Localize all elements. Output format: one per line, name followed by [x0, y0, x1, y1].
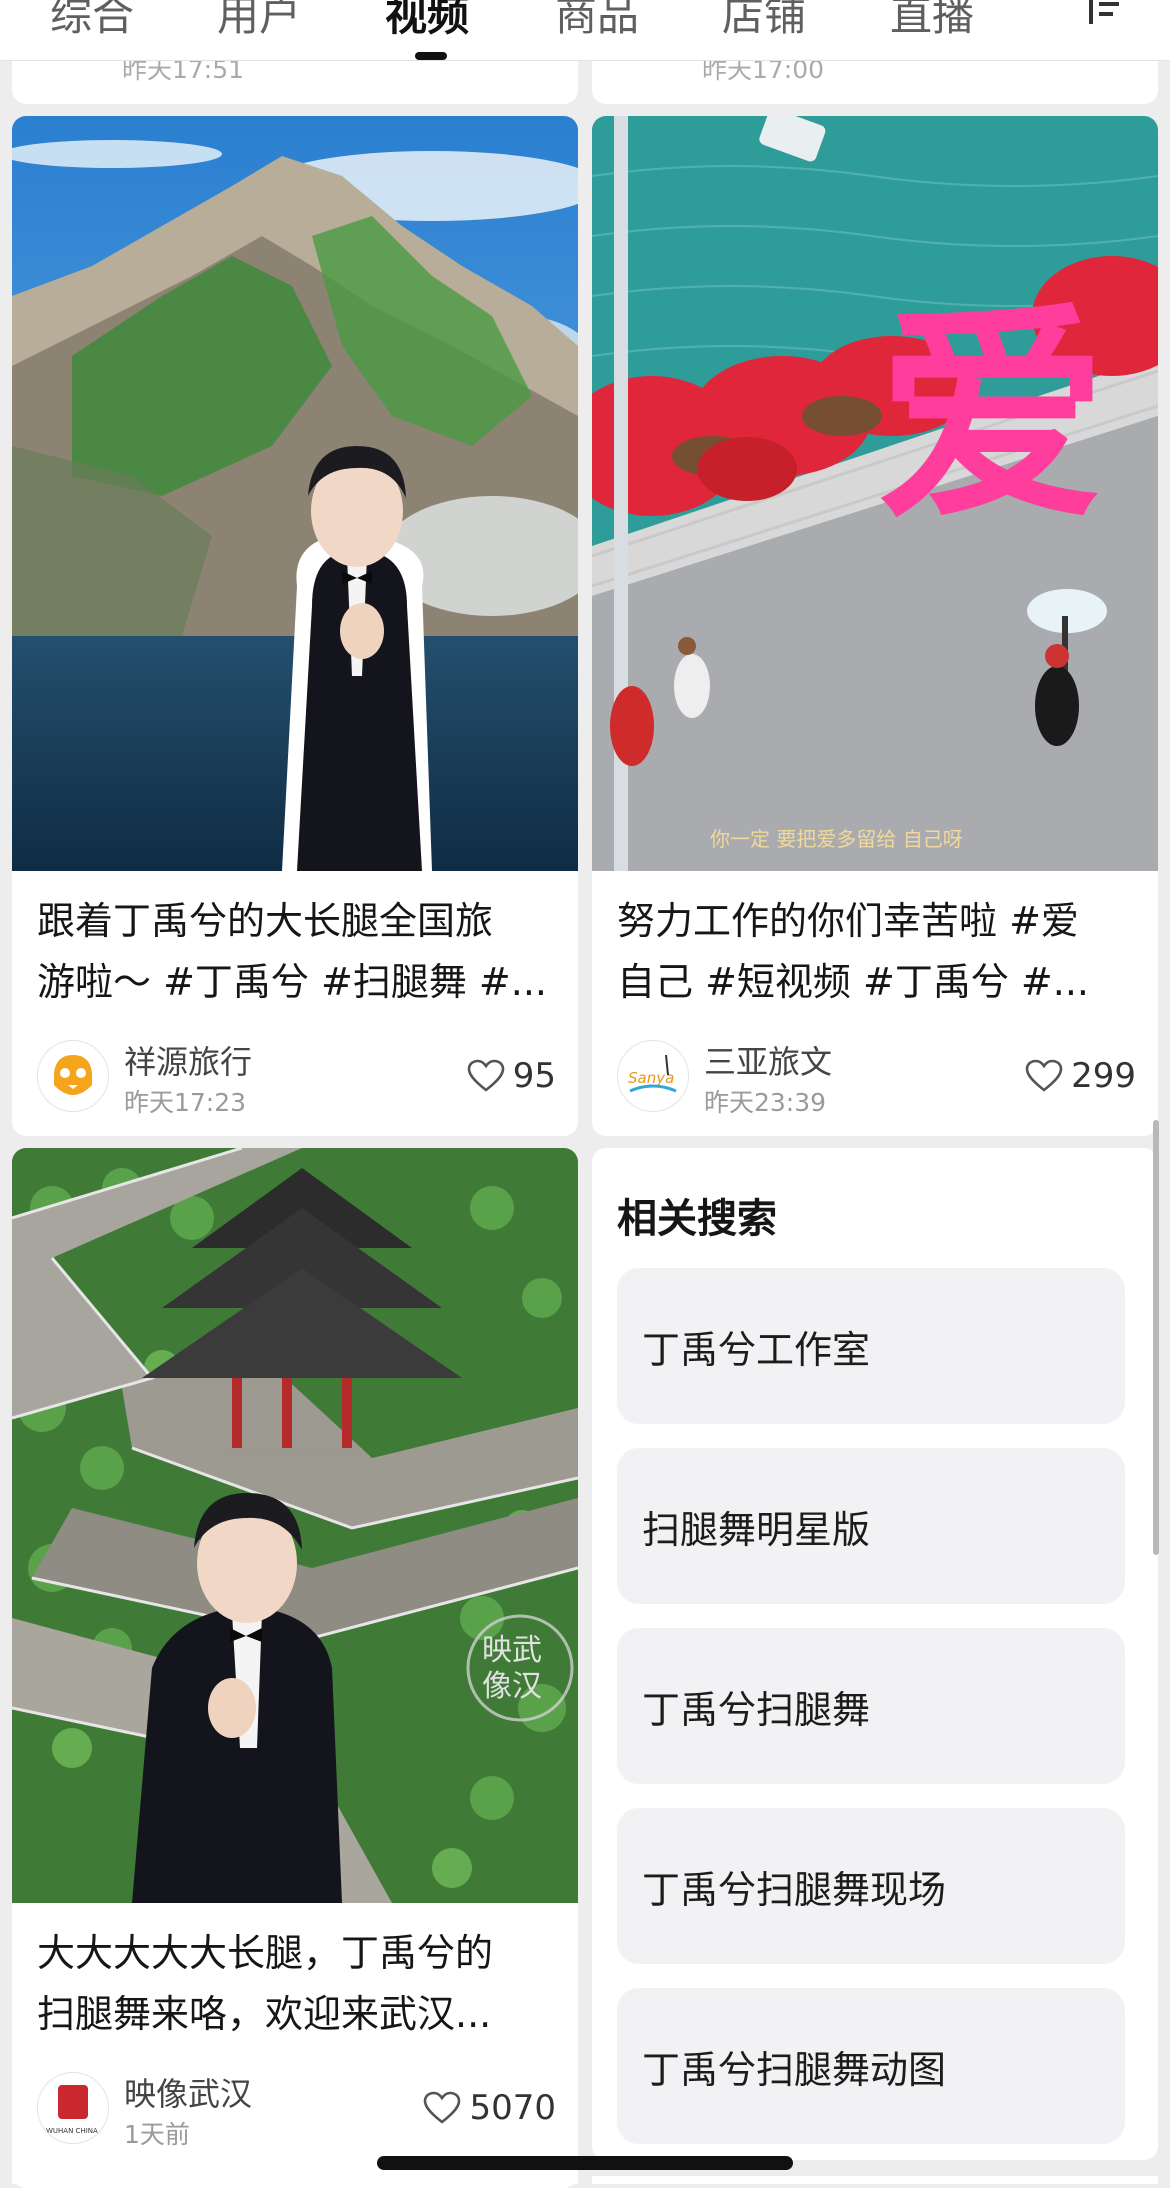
video-card[interactable]: 映武 像汉 大大大大大长腿，丁禹兮的 扫腿舞来咯，欢迎来武汉... WUHAN … [12, 1148, 578, 2188]
like-count[interactable]: 5070 [423, 2088, 556, 2128]
video-card[interactable]: 跟着丁禹兮的大长腿全国旅 游啦～ #丁禹兮 #扫腿舞 #... 祥源旅行 昨天1… [12, 116, 578, 1136]
video-thumbnail[interactable] [12, 116, 578, 871]
author-name[interactable]: 映像武汉 [124, 2069, 252, 2115]
author-avatar[interactable]: WUHAN CHINA [37, 2072, 109, 2144]
svg-text:WUHAN CHINA: WUHAN CHINA [46, 2127, 98, 2135]
author-name[interactable]: 祥源旅行 [124, 1037, 252, 1083]
tab-products[interactable]: 商品 [555, 0, 639, 43]
like-count[interactable]: 299 [1025, 1056, 1136, 1096]
related-search-item[interactable]: 丁禹兮扫腿舞 [617, 1628, 1125, 1784]
heart-icon [467, 1059, 505, 1092]
video-caption: 你一定 要把爱多留给 自己呀 [710, 827, 963, 851]
author-name[interactable]: 三亚旅文 [704, 1037, 832, 1083]
next-card-edge [12, 2176, 578, 2184]
next-card-edge [592, 2176, 1158, 2184]
heart-icon [424, 2091, 461, 2124]
post-time: 1天前 [124, 2120, 190, 2149]
related-search-title: 相关搜索 [617, 1196, 777, 1242]
video-thumbnail[interactable]: 映武 像汉 [12, 1148, 578, 1903]
heart-icon [1025, 1059, 1063, 1092]
video-title[interactable]: 努力工作的你们幸苦啦 #爱 自己 #短视频 #丁禹兮 #... [617, 891, 1147, 1013]
svg-text:像汉: 像汉 [482, 1669, 542, 1704]
scrollbar[interactable] [1153, 1120, 1159, 1555]
like-count[interactable]: 95 [467, 1056, 556, 1096]
tab-users[interactable]: 用户 [217, 0, 301, 43]
filter-icon[interactable] [1085, 0, 1125, 26]
tab-live[interactable]: 直播 [890, 0, 974, 43]
related-search-item[interactable]: 丁禹兮工作室 [617, 1268, 1125, 1424]
video-title[interactable]: 大大大大大长腿，丁禹兮的 扫腿舞来咯，欢迎来武汉... [37, 1923, 567, 2045]
post-time: 昨天17:23 [124, 1088, 247, 1117]
post-time: 昨天23:39 [704, 1088, 827, 1117]
related-search-item[interactable]: 丁禹兮扫腿舞现场 [617, 1808, 1125, 1964]
tab-bar: 综合 用户 视频 商品 店铺 直播 [0, 0, 1170, 61]
active-tab-indicator [415, 52, 447, 60]
related-search-item[interactable]: 丁禹兮扫腿舞动图 [617, 1988, 1125, 2144]
related-search-panel: 相关搜索 丁禹兮工作室 扫腿舞明星版 丁禹兮扫腿舞 丁禹兮扫腿舞现场 丁禹兮扫腿… [592, 1148, 1158, 2160]
tab-shops[interactable]: 店铺 [722, 0, 806, 43]
related-search-item[interactable]: 扫腿舞明星版 [617, 1448, 1125, 1604]
tab-videos[interactable]: 视频 [385, 0, 469, 43]
author-avatar[interactable]: Sanya [617, 1040, 689, 1112]
love-sculpture: 爱 [877, 284, 1107, 551]
video-thumbnail[interactable]: 爱 你一定 要把爱多留给 自己呀 [592, 116, 1158, 871]
home-indicator[interactable] [377, 2156, 793, 2170]
watermark-stamp: 映武 [482, 1633, 542, 1668]
tab-comprehensive[interactable]: 综合 [50, 0, 134, 43]
video-title[interactable]: 跟着丁禹兮的大长腿全国旅 游啦～ #丁禹兮 #扫腿舞 #... [37, 891, 567, 1013]
author-avatar[interactable] [37, 1040, 109, 1112]
video-card[interactable]: 爱 你一定 要把爱多留给 自己呀 努力工作的你们幸苦啦 #爱 自己 #短视频 #… [592, 116, 1158, 1136]
